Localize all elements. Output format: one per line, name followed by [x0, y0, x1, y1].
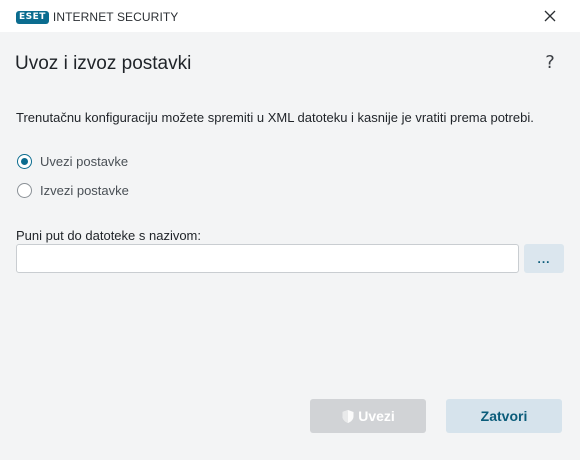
close-icon[interactable]: [542, 8, 558, 24]
file-path-label: Puni put do datoteke s nazivom:: [16, 228, 202, 243]
export-settings-radio[interactable]: [17, 183, 32, 198]
product-name: INTERNET SECURITY: [52, 10, 179, 24]
import-button[interactable]: Uvezi: [310, 399, 426, 433]
eset-brand-badge: ESET: [16, 10, 49, 24]
import-settings-radio[interactable]: [17, 154, 32, 169]
description-text: Trenutačnu konfiguraciju možete spremiti…: [16, 110, 534, 125]
close-button[interactable]: Zatvori: [446, 399, 562, 433]
shield-icon: [341, 409, 355, 424]
titlebar: ESET INTERNET SECURITY: [0, 0, 580, 32]
import-settings-radio-option[interactable]: Uvezi postavke: [17, 154, 128, 169]
help-icon[interactable]: ?: [542, 52, 558, 74]
file-path-input[interactable]: [16, 244, 519, 273]
browse-button[interactable]: ...: [524, 244, 564, 273]
dialog-content: Uvoz i izvoz postavki ? Trenutačnu konfi…: [0, 32, 580, 460]
page-title: Uvoz i izvoz postavki: [15, 53, 192, 74]
export-settings-radio-option[interactable]: Izvezi postavke: [17, 183, 129, 198]
import-settings-label: Uvezi postavke: [40, 154, 129, 169]
import-button-label: Uvezi: [358, 408, 395, 424]
export-settings-label: Izvezi postavke: [40, 183, 129, 198]
eset-logo: ESET INTERNET SECURITY: [16, 10, 178, 24]
